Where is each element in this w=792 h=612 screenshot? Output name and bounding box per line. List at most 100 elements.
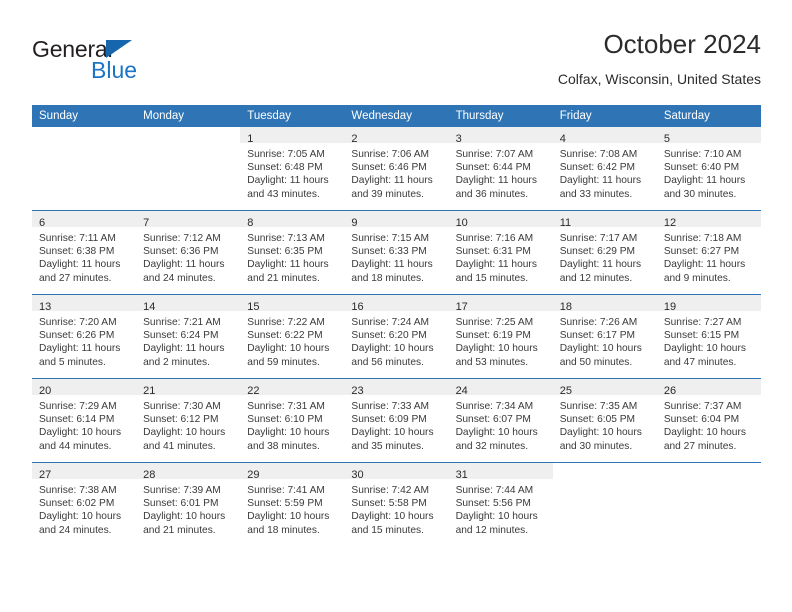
day-cell-inner: 27 Sunrise: 7:38 AM Sunset: 6:02 PM Dayligh… (32, 463, 137, 546)
sunset-line: Sunset: 6:27 PM (663, 246, 740, 258)
day-number: 1 (247, 133, 254, 145)
daylight-line-1: Daylight: 11 hours (455, 175, 537, 187)
day-cell-details: Sunrise: 7:30 AM Sunset: 6:12 PM Daylight:… (136, 395, 240, 453)
sunrise-line: Sunrise: 7:33 AM (351, 401, 430, 412)
sunset-line: Sunset: 6:17 PM (559, 330, 636, 342)
day-cell-inner: 2 Sunrise: 7:06 AM Sunset: 6:46 PM Daylight… (344, 127, 449, 210)
day-number-band: 31 (448, 463, 553, 481)
day-cell-inner: 14 Sunrise: 7:21 AM Sunset: 6:24 PM Dayligh… (136, 295, 241, 378)
daylight-line-1: Daylight: 10 hours (143, 511, 226, 523)
calendar-day-cell[interactable]: 17 Sunrise: 7:25 AM Sunset: 6:19 PM Dayligh… (448, 294, 553, 379)
daylight-line-1: Daylight: 11 hours (39, 259, 121, 271)
general-blue-logo[interactable]: General Blue (32, 36, 232, 92)
calendar-day-cell[interactable]: 5 Sunrise: 7:10 AM Sunset: 6:40 PM Daylight… (656, 127, 761, 211)
calendar-day-cell[interactable]: 12 Sunrise: 7:18 AM Sunset: 6:27 PM Dayligh… (656, 210, 761, 295)
day-number-band: 13 (32, 295, 137, 313)
calendar-day-cell[interactable]: 30 Sunrise: 7:42 AM Sunset: 5:58 PM Dayligh… (344, 462, 449, 546)
calendar-day-cell[interactable]: 7 Sunrise: 7:12 AM Sunset: 6:36 PM Daylight… (136, 210, 241, 295)
day-cell-inner: 7 Sunrise: 7:12 AM Sunset: 6:36 PM Daylight… (136, 211, 241, 294)
day-number-band: 22 (240, 379, 345, 397)
daylight-line-2: and 24 minutes. (143, 272, 216, 284)
daylight-line-2: and 50 minutes. (559, 356, 633, 368)
calendar-day-cell[interactable]: 22 Sunrise: 7:31 AM Sunset: 6:10 PM Dayligh… (240, 378, 345, 463)
day-number-band: 1 (240, 127, 345, 145)
day-cell-details: Sunrise: 7:12 AM Sunset: 6:36 PM Daylight:… (136, 227, 240, 285)
weekday-header-thursday: Thursday (448, 105, 553, 127)
daylight-line-2: and 44 minutes. (39, 440, 112, 452)
sunset-line: Sunset: 6:09 PM (351, 414, 427, 426)
calendar-day-cell[interactable]: 20 Sunrise: 7:29 AM Sunset: 6:14 PM Dayligh… (32, 378, 137, 463)
day-number-band: 26 (656, 379, 761, 397)
day-number-band: 24 (448, 379, 553, 397)
calendar-day-cell[interactable]: 18 Sunrise: 7:26 AM Sunset: 6:17 PM Dayligh… (552, 294, 657, 379)
calendar-day-cell[interactable]: 31 Sunrise: 7:44 AM Sunset: 5:56 PM Dayligh… (448, 462, 553, 546)
day-number-band (552, 463, 657, 479)
calendar-body: 1 Sunrise: 7:05 AM Sunset: 6:48 PM Daylight… (32, 127, 761, 546)
day-number: 26 (663, 385, 677, 397)
calendar-day-cell[interactable]: 29 Sunrise: 7:41 AM Sunset: 5:59 PM Dayligh… (240, 462, 345, 546)
calendar-day-cell[interactable]: 16 Sunrise: 7:24 AM Sunset: 6:20 PM Dayligh… (344, 294, 449, 379)
daylight-line-1: Daylight: 10 hours (663, 343, 746, 355)
sunrise-line: Sunrise: 7:30 AM (143, 401, 221, 412)
calendar-day-cell[interactable]: 3 Sunrise: 7:07 AM Sunset: 6:44 PM Daylight… (448, 127, 553, 211)
daylight-line-1: Daylight: 10 hours (247, 511, 330, 523)
day-cell-inner: 1 Sunrise: 7:05 AM Sunset: 6:48 PM Daylight… (240, 127, 345, 210)
calendar-day-cell[interactable]: 24 Sunrise: 7:34 AM Sunset: 6:07 PM Dayligh… (448, 378, 553, 463)
page-header: General Blue October 2024 Colfax, Wiscon… (32, 28, 761, 100)
calendar-day-cell[interactable]: 2 Sunrise: 7:06 AM Sunset: 6:46 PM Daylight… (344, 127, 449, 211)
calendar-day-cell[interactable]: 8 Sunrise: 7:13 AM Sunset: 6:35 PM Daylight… (240, 210, 345, 295)
sunrise-line: Sunrise: 7:29 AM (39, 401, 117, 412)
calendar-day-cell[interactable]: 19 Sunrise: 7:27 AM Sunset: 6:15 PM Dayligh… (656, 294, 761, 379)
day-cell-details: Sunrise: 7:39 AM Sunset: 6:01 PM Daylight:… (136, 479, 240, 537)
day-cell-details: Sunrise: 7:16 AM Sunset: 6:31 PM Daylight:… (449, 227, 553, 285)
day-cell-inner (32, 127, 137, 210)
day-number-band: 30 (344, 463, 449, 481)
daylight-line-1: Daylight: 10 hours (351, 343, 434, 355)
calendar-day-cell[interactable]: 15 Sunrise: 7:22 AM Sunset: 6:22 PM Dayligh… (240, 294, 345, 379)
calendar-day-cell[interactable]: 4 Sunrise: 7:08 AM Sunset: 6:42 PM Daylight… (552, 127, 657, 211)
calendar-day-cell[interactable]: 1 Sunrise: 7:05 AM Sunset: 6:48 PM Daylight… (240, 127, 345, 211)
day-cell-details: Sunrise: 7:37 AM Sunset: 6:04 PM Daylight:… (657, 395, 761, 453)
calendar-head: Sunday Monday Tuesday Wednesday Thursday… (32, 105, 761, 127)
sunrise-line: Sunrise: 7:26 AM (559, 317, 638, 328)
day-cell-inner: 30 Sunrise: 7:42 AM Sunset: 5:58 PM Dayligh… (344, 463, 449, 546)
sunset-line: Sunset: 6:22 PM (247, 330, 323, 342)
calendar-day-cell[interactable]: 26 Sunrise: 7:37 AM Sunset: 6:04 PM Dayligh… (656, 378, 761, 463)
sunset-line: Sunset: 6:26 PM (39, 330, 115, 342)
day-cell-details (553, 479, 657, 484)
daylight-line-2: and 32 minutes. (455, 440, 529, 452)
calendar-day-cell[interactable]: 11 Sunrise: 7:17 AM Sunset: 6:29 PM Dayligh… (552, 210, 657, 295)
daylight-line-2: and 2 minutes. (143, 356, 210, 368)
sunrise-line: Sunrise: 7:38 AM (39, 485, 117, 496)
day-number: 28 (143, 469, 156, 481)
calendar-day-cell[interactable]: 13 Sunrise: 7:20 AM Sunset: 6:26 PM Dayligh… (32, 294, 137, 379)
day-number: 29 (247, 469, 260, 481)
daylight-line-1: Daylight: 11 hours (663, 175, 746, 187)
calendar-day-cell[interactable]: 28 Sunrise: 7:39 AM Sunset: 6:01 PM Dayligh… (136, 462, 241, 546)
day-cell-details: Sunrise: 7:15 AM Sunset: 6:33 PM Daylight:… (344, 227, 448, 285)
daylight-line-2: and 41 minutes. (143, 440, 216, 452)
sunset-line: Sunset: 6:38 PM (39, 246, 115, 258)
calendar-day-cell[interactable]: 6 Sunrise: 7:11 AM Sunset: 6:38 PM Daylight… (32, 210, 137, 295)
day-cell-details: Sunrise: 7:26 AM Sunset: 6:17 PM Daylight:… (553, 311, 657, 369)
sunrise-line: Sunrise: 7:12 AM (143, 233, 221, 244)
day-number-band (656, 463, 761, 479)
day-number: 13 (39, 301, 52, 313)
day-cell-details: Sunrise: 7:22 AM Sunset: 6:22 PM Daylight:… (240, 311, 344, 369)
calendar-day-cell[interactable]: 21 Sunrise: 7:30 AM Sunset: 6:12 PM Dayligh… (136, 378, 241, 463)
calendar-day-cell[interactable]: 25 Sunrise: 7:35 AM Sunset: 6:05 PM Dayligh… (552, 378, 657, 463)
sunrise-line: Sunrise: 7:15 AM (351, 233, 430, 244)
sunset-line: Sunset: 6:24 PM (143, 330, 219, 342)
day-number: 14 (143, 301, 156, 313)
day-number-band (32, 127, 137, 143)
calendar-day-cell[interactable]: 27 Sunrise: 7:38 AM Sunset: 6:02 PM Dayligh… (32, 462, 137, 546)
calendar-day-cell[interactable]: 14 Sunrise: 7:21 AM Sunset: 6:24 PM Dayligh… (136, 294, 241, 379)
calendar-day-cell[interactable]: 10 Sunrise: 7:16 AM Sunset: 6:31 PM Dayligh… (448, 210, 553, 295)
calendar-day-cell[interactable]: 9 Sunrise: 7:15 AM Sunset: 6:33 PM Daylight… (344, 210, 449, 295)
daylight-line-1: Daylight: 10 hours (559, 427, 642, 439)
day-number-band: 2 (344, 127, 449, 145)
calendar-day-cell[interactable]: 23 Sunrise: 7:33 AM Sunset: 6:09 PM Dayligh… (344, 378, 449, 463)
calendar-week-row: 1 Sunrise: 7:05 AM Sunset: 6:48 PM Daylight… (32, 127, 761, 211)
day-cell-inner: 25 Sunrise: 7:35 AM Sunset: 6:05 PM Dayligh… (552, 379, 657, 462)
daylight-line-1: Daylight: 11 hours (143, 343, 225, 355)
